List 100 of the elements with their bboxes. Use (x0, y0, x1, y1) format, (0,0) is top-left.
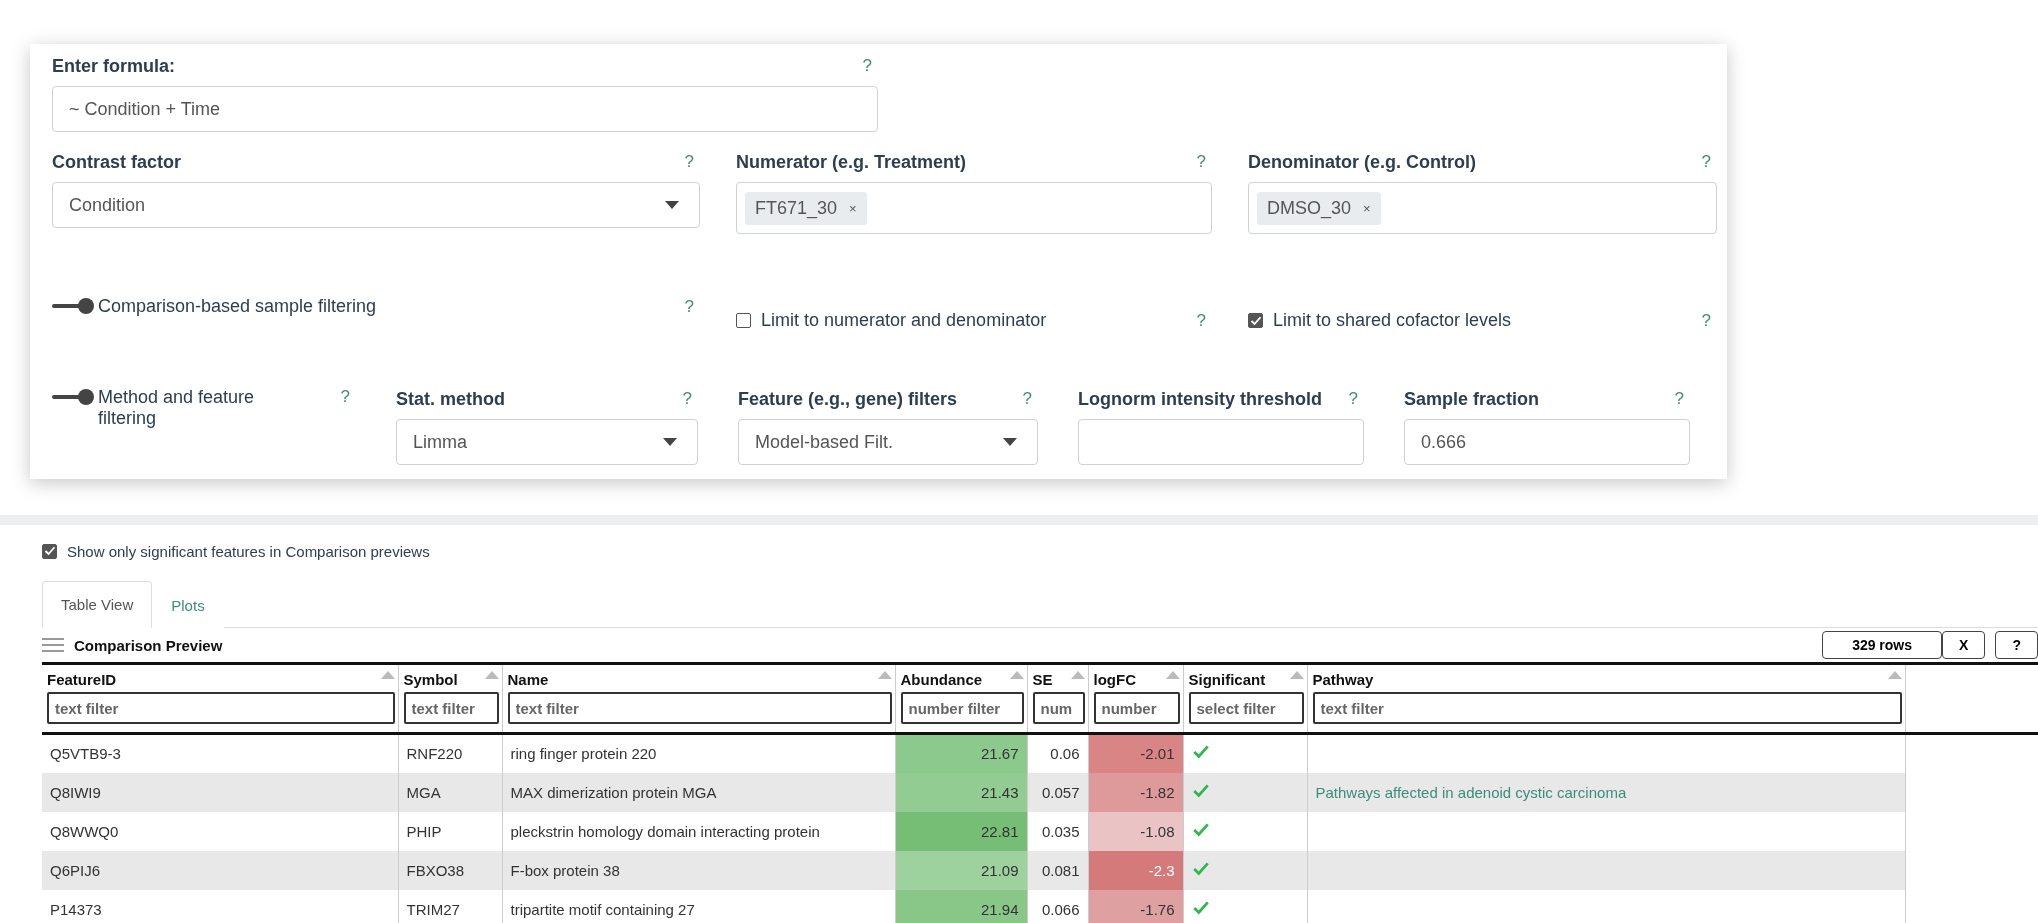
filter-select[interactable]: Model-based Filt. (738, 419, 1038, 465)
help-icon[interactable]: ? (1701, 152, 1717, 172)
help-icon[interactable]: ? (340, 387, 356, 407)
table-cell: 22.81 (980, 822, 1019, 840)
table-cell: pleckstrin homology domain interacting protein (502, 811, 895, 851)
toggle-label: Method and feature filtering (98, 387, 256, 429)
table-cell: 21.43 (980, 783, 1019, 801)
dropdown-caret-icon (665, 201, 679, 209)
checkbox[interactable] (736, 313, 751, 328)
table-cell: PHIP (398, 811, 502, 851)
help-icon[interactable]: ? (1196, 152, 1212, 172)
column-filter[interactable]: num (1032, 692, 1085, 724)
help-icon[interactable]: ? (684, 296, 700, 317)
field-label: Denominator (e.g. Control) (1248, 151, 1476, 173)
sort-arrow-icon[interactable] (1289, 671, 1304, 679)
method-select[interactable]: Limma (396, 419, 698, 465)
field-label: Feature (e.g., gene) filters (738, 388, 958, 410)
table-cell: ring finger protein 220 (502, 733, 895, 773)
row-count-button[interactable]: 329 rows (1822, 631, 1943, 659)
check-icon (43, 545, 56, 557)
table-cell: Q8IWI9 (42, 772, 398, 812)
selected-tag[interactable]: DMSO_30 × (1257, 191, 1381, 225)
column-filter[interactable]: number filter (900, 692, 1024, 724)
column-header[interactable]: Symbol (403, 671, 458, 688)
help-icon[interactable]: ? (684, 152, 700, 172)
close-button[interactable]: X (1942, 631, 1986, 659)
threshold-input[interactable] (1078, 419, 1364, 465)
help-icon[interactable]: ? (1196, 310, 1212, 331)
sort-arrow-icon[interactable] (380, 671, 395, 679)
column-header[interactable]: SE (1032, 671, 1053, 688)
table-cell: MGA (398, 772, 502, 812)
field-label: Stat. method (396, 388, 505, 410)
toggle-switch[interactable] (52, 389, 94, 405)
selected-tag[interactable]: FT671_30 × (745, 191, 867, 225)
menu-icon[interactable] (42, 637, 64, 653)
sort-arrow-icon[interactable] (1165, 671, 1180, 679)
fraction-input[interactable]: 0.666 (1404, 419, 1690, 465)
table-cell: TRIM27 (398, 889, 502, 923)
table-cell: Q5VTB9-3 (42, 733, 398, 773)
column-filter[interactable]: text filter (507, 692, 892, 724)
dropdown-caret-icon (663, 438, 677, 446)
help-icon[interactable]: ? (1674, 389, 1690, 409)
help-button[interactable]: ? (1995, 631, 2038, 659)
column-header[interactable]: Significant (1188, 671, 1266, 688)
contrast-select[interactable]: Condition (52, 182, 700, 228)
table-cell: 0.057 (1027, 772, 1088, 812)
table-cell: -2.01 (1140, 745, 1175, 763)
table-cell: -1.76 (1140, 900, 1175, 918)
checkbox[interactable] (1248, 313, 1263, 328)
column-header[interactable]: Pathway (1312, 671, 1374, 688)
table-cell: -1.08 (1140, 822, 1175, 840)
column-filter[interactable]: number (1093, 692, 1180, 724)
sort-arrow-icon[interactable] (1009, 671, 1024, 679)
table-title: Comparison Preview (74, 636, 223, 654)
table-cell: Q8WWQ0 (42, 811, 398, 851)
check-icon (1249, 314, 1262, 327)
sort-arrow-icon[interactable] (877, 671, 892, 679)
table-cell: MAX dimerization protein MGA (502, 772, 895, 812)
column-header[interactable]: logFC (1093, 671, 1136, 688)
field-label: Contrast factor (52, 151, 181, 173)
help-icon[interactable]: ? (1701, 310, 1717, 331)
table-cell: RNF220 (398, 733, 502, 773)
table-cell: tripartite motif containing 27 (502, 889, 895, 923)
help-icon[interactable]: ? (1022, 389, 1038, 409)
table-cell: 21.09 (980, 861, 1019, 879)
field-label: Lognorm intensity threshold (1078, 388, 1322, 410)
column-filter[interactable]: text filter (403, 692, 499, 724)
help-icon[interactable]: ? (682, 389, 698, 409)
field-label: Numerator (e.g. Treatment) (736, 151, 967, 173)
toggle-label: Comparison-based sample filtering (98, 296, 377, 317)
column-header[interactable]: FeatureID (47, 671, 117, 688)
column-header[interactable]: Abundance (900, 671, 983, 688)
checkbox-label: Limit to numerator and denominator (761, 310, 1047, 331)
checkbox-label: Show only significant features in Comparison previews (67, 542, 430, 560)
column-filter[interactable]: text filter (47, 692, 395, 724)
table-cell: 0.081 (1027, 850, 1088, 890)
sort-arrow-icon[interactable] (1070, 671, 1085, 679)
table-cell: -2.3 (1148, 861, 1175, 879)
column-filter[interactable]: select filter (1188, 692, 1304, 724)
table-cell: -1.82 (1140, 783, 1175, 801)
field-label: Sample fraction (1404, 388, 1540, 410)
checkbox[interactable] (42, 543, 57, 559)
multi-select-field[interactable]: FT671_30 × (736, 182, 1212, 234)
sort-arrow-icon[interactable] (1887, 671, 1902, 679)
multi-select-field[interactable]: DMSO_30 × (1248, 182, 1717, 234)
table-cell: F-box protein 38 (502, 850, 895, 890)
table-cell: 21.67 (980, 745, 1019, 763)
table-cell: 21.94 (980, 900, 1019, 918)
dropdown-caret-icon (1003, 438, 1017, 446)
table-cell: P14373 (42, 889, 398, 923)
tab[interactable]: Table View (42, 581, 153, 628)
column-filter[interactable]: text filter (1312, 692, 1902, 724)
formula-input[interactable]: ~ Condition + Time (52, 86, 878, 132)
sort-arrow-icon[interactable] (484, 671, 499, 679)
help-icon[interactable]: ? (1348, 389, 1364, 409)
column-header[interactable]: Name (507, 671, 549, 688)
help-icon[interactable]: ? (862, 56, 878, 76)
checkbox-label: Limit to shared cofactor levels (1273, 310, 1512, 331)
table-cell: FBXO38 (398, 850, 502, 890)
toggle-switch[interactable] (52, 298, 94, 314)
